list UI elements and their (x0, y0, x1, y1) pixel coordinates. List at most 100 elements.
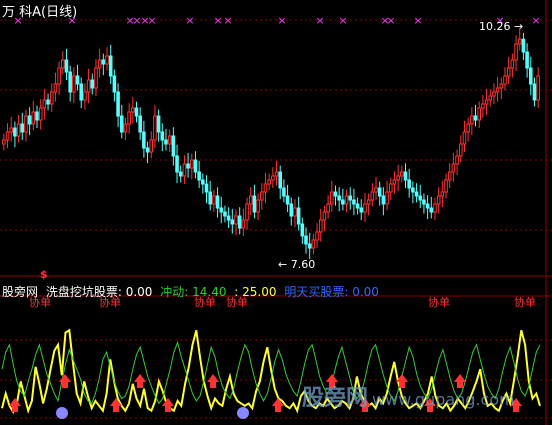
candle-body (400, 171, 404, 177)
high-price-label: 10.26 → (479, 20, 523, 33)
candle-body (363, 203, 367, 213)
candle-body (492, 91, 496, 97)
candle-body (245, 203, 249, 221)
candle-body (388, 183, 393, 193)
candle-body (164, 139, 168, 145)
candle-body (61, 59, 65, 69)
candle-body (212, 195, 216, 205)
low-price-value: 7.60 (290, 258, 316, 271)
cross-marker-icon: × (147, 14, 156, 27)
candle-body (79, 83, 84, 101)
grid (0, 0, 552, 425)
up-arrow-icon (110, 398, 122, 412)
candle-body (278, 171, 283, 189)
candle-body (300, 223, 305, 237)
candle-body (307, 243, 312, 249)
candle-body (282, 187, 286, 197)
candle-body (514, 43, 518, 61)
candle-body (101, 59, 106, 65)
candle-body (414, 191, 419, 197)
high-price-value: 10.26 (479, 20, 511, 33)
candle-body (311, 239, 316, 249)
candle-body (447, 171, 452, 181)
candle-body (293, 207, 297, 217)
candle-body (322, 211, 327, 221)
candle-body (418, 195, 423, 201)
candle-body (86, 79, 91, 93)
candle-body (237, 215, 242, 229)
candle-body (256, 199, 260, 213)
candle-body (330, 191, 334, 205)
candle-body (532, 83, 537, 101)
candle-body (536, 75, 540, 101)
candle-body (392, 179, 397, 185)
candle-body (517, 38, 522, 45)
candle-body (97, 59, 102, 69)
candle-body (396, 175, 400, 181)
candle-body (230, 219, 235, 225)
candle-body (484, 99, 489, 105)
cross-marker-icon: × (315, 14, 324, 27)
cross-marker-icon: × (185, 14, 194, 27)
candle-body (46, 99, 50, 105)
candle-body (528, 67, 533, 85)
candle-body (440, 191, 445, 197)
candle-body (370, 191, 375, 201)
candle-body (149, 139, 154, 153)
candle-body (473, 115, 478, 121)
candle-body (27, 115, 32, 125)
stock-chart: × × ×××× × × × × × × ×× × × × 协单 协单 协单 协单 协单 协单 (0, 0, 552, 425)
candle-body (119, 115, 124, 133)
candle-body (451, 163, 456, 173)
candle-body (105, 55, 109, 65)
candle-body (304, 235, 308, 245)
candle-body (75, 75, 80, 85)
candle-body (458, 143, 463, 157)
candle-body (381, 195, 386, 205)
candle-body (16, 123, 21, 137)
candle-body (138, 115, 142, 133)
candle-body (499, 83, 504, 89)
stock-title: 万 科A(日线) (2, 5, 78, 20)
candle-body (259, 191, 264, 201)
candle-body (201, 179, 205, 185)
candle-body (156, 115, 161, 133)
cross-marker-icon: × (338, 14, 347, 27)
candle-body (326, 203, 330, 213)
candle-body (219, 207, 224, 213)
cross-marker-icon: × (531, 14, 540, 27)
candle-body (348, 195, 353, 201)
candle-body (123, 123, 128, 133)
candle-body (271, 175, 275, 181)
candle-body (160, 131, 165, 141)
candle-body (108, 55, 113, 77)
candle-body (374, 187, 378, 193)
candle-body (175, 155, 179, 173)
candle-body (241, 219, 246, 229)
watermark: 股旁网 www.gupang.com (302, 380, 515, 412)
candle-body (53, 83, 58, 93)
candle-body (503, 75, 507, 85)
candle-body (24, 115, 28, 133)
candle-body (38, 107, 43, 121)
arrow-left-icon: ← (278, 258, 291, 271)
candle-body (267, 179, 271, 185)
candle-body (318, 219, 323, 233)
candle-body (525, 51, 529, 69)
candle-body (407, 179, 411, 189)
candle-body (94, 67, 98, 89)
candle-body (182, 163, 187, 177)
candle-body (333, 191, 338, 197)
smiley-icon (56, 407, 68, 419)
candle-body (112, 75, 117, 93)
candle-body (57, 67, 61, 85)
candle-body (521, 38, 526, 53)
candle-body (466, 123, 470, 133)
candle-body (64, 59, 69, 73)
cross-marker-icon: × (277, 14, 286, 27)
candle-body (455, 155, 459, 165)
watermark-text: 股旁网 (302, 386, 369, 411)
cross-marker-icon: × (386, 14, 395, 27)
candle-body (285, 195, 290, 205)
candle-body (197, 171, 201, 181)
